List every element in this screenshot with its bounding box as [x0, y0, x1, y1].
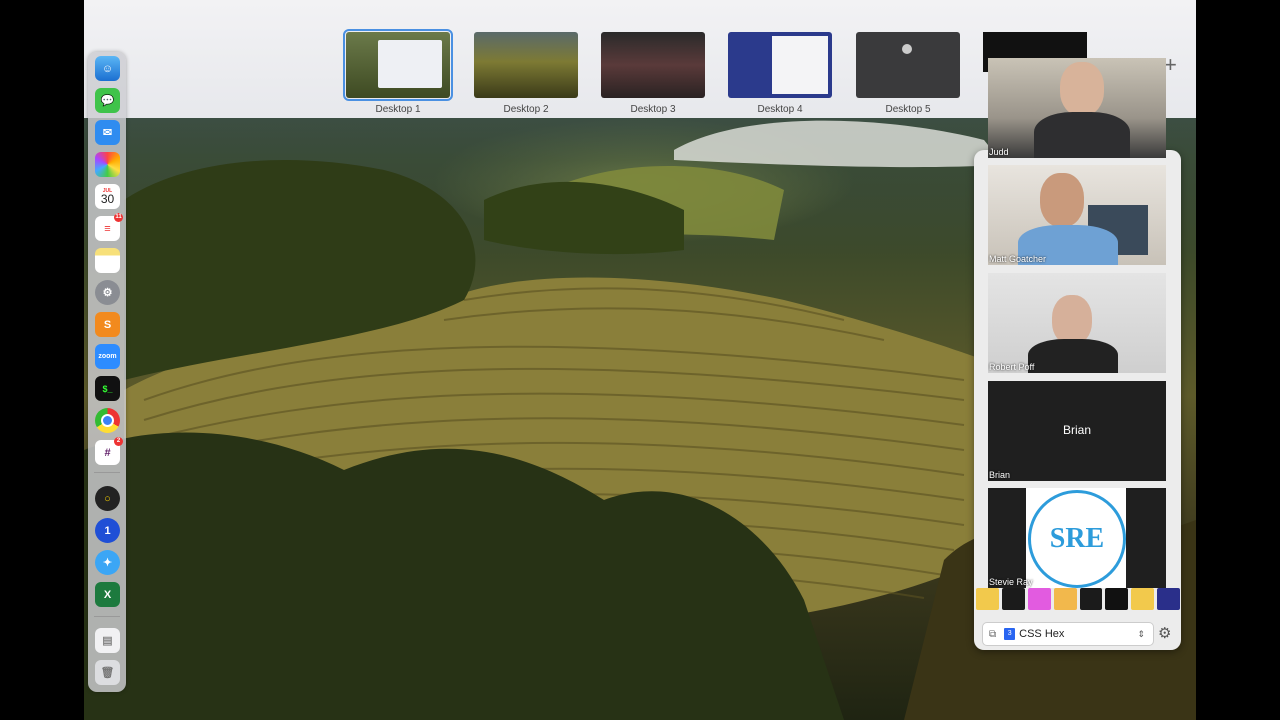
- copy-icon[interactable]: ⧉: [989, 629, 996, 640]
- zoom-icon[interactable]: zoom: [95, 344, 120, 369]
- space-thumbnail[interactable]: [856, 32, 960, 98]
- sublime-text-icon[interactable]: S: [95, 312, 120, 337]
- participant-name: Matt Goatcher: [989, 254, 1047, 264]
- system-settings-icon[interactable]: ⚙: [95, 280, 120, 305]
- slack-badge: 2: [114, 437, 123, 446]
- color-swatch[interactable]: [976, 588, 999, 610]
- color-swatch[interactable]: [1027, 588, 1051, 610]
- gear-icon[interactable]: ⚙: [1158, 624, 1171, 642]
- participant-name: Brian: [989, 470, 1011, 480]
- participant-tile[interactable]: Matt Goatcher: [988, 165, 1166, 265]
- slack-icon[interactable]: # 2: [95, 437, 123, 465]
- messages-icon[interactable]: 💬: [95, 88, 120, 113]
- space-label: Desktop 2: [503, 104, 549, 115]
- space-thumbnail[interactable]: [474, 32, 578, 98]
- color-swatch[interactable]: [1131, 588, 1155, 610]
- color-swatch[interactable]: [1001, 588, 1025, 610]
- participant-tile[interactable]: Robert Poff: [988, 273, 1166, 373]
- dock-separator: [94, 616, 120, 617]
- space-label: Desktop 5: [885, 104, 931, 115]
- participant-name: Judd: [989, 147, 1009, 157]
- space-desktop-3[interactable]: Desktop 3: [601, 32, 705, 115]
- color-swatch[interactable]: [1079, 588, 1103, 610]
- css-icon: 3: [1004, 628, 1016, 640]
- participant-name: Robert Poff: [989, 362, 1035, 372]
- color-swatch[interactable]: [1053, 588, 1077, 610]
- space-desktop-1[interactable]: Desktop 1: [343, 29, 453, 115]
- calendar-icon[interactable]: JUL 30: [95, 184, 120, 209]
- sre-logo: SRE: [1028, 490, 1126, 588]
- zoom-label: zoom: [98, 353, 117, 360]
- photos-icon[interactable]: [95, 152, 120, 177]
- space-thumbnail[interactable]: [728, 32, 832, 98]
- chevron-updown-icon: ⇕: [1137, 628, 1145, 639]
- color-swatch-row: [976, 588, 1180, 610]
- excel-icon[interactable]: X: [95, 582, 120, 607]
- calendar-day: 30: [100, 192, 115, 206]
- reminders-icon[interactable]: ≡ 11: [95, 213, 123, 241]
- chrome-icon[interactable]: [95, 408, 120, 433]
- color-format-select[interactable]: ⧉ 3 CSS Hex ⇕: [982, 622, 1154, 646]
- dock-separator: [94, 472, 120, 473]
- participant-tile[interactable]: Judd: [988, 58, 1166, 158]
- finder-icon[interactable]: ☺: [95, 56, 120, 81]
- space-desktop-5[interactable]: Desktop 5: [856, 32, 960, 115]
- color-swatch[interactable]: [1157, 588, 1180, 610]
- space-label: Desktop 3: [630, 104, 676, 115]
- space-desktop-4[interactable]: Desktop 4: [728, 32, 832, 115]
- space-desktop-2[interactable]: Desktop 2: [474, 32, 578, 115]
- documents-folder-icon[interactable]: ▤: [95, 628, 120, 653]
- mail-icon[interactable]: ✉: [95, 120, 120, 145]
- space-thumbnail[interactable]: [343, 29, 453, 101]
- participant-name: Stevie Ray: [989, 577, 1033, 587]
- dock: ☺ 💬 ✉ JUL 30 ≡ 11 ⚙ S zoom $_ # 2 ○ 1 ✦ …: [88, 52, 126, 692]
- 1password-icon[interactable]: 1: [95, 518, 120, 543]
- space-label: Desktop 4: [757, 104, 803, 115]
- reminders-badge: 11: [114, 213, 123, 222]
- notes-icon[interactable]: [95, 248, 120, 273]
- camo-icon[interactable]: ○: [95, 486, 120, 511]
- trash-icon[interactable]: 🗑: [95, 660, 120, 685]
- space-label: Desktop 1: [375, 104, 421, 115]
- participant-center-name: Brian: [1062, 423, 1091, 437]
- terminal-icon[interactable]: $_: [95, 376, 120, 401]
- color-swatch[interactable]: [1105, 588, 1129, 610]
- space-thumbnail[interactable]: [601, 32, 705, 98]
- color-format-label: CSS Hex: [1019, 628, 1065, 640]
- participant-tile[interactable]: Brian Brian: [988, 381, 1166, 481]
- safari-icon[interactable]: ✦: [95, 550, 120, 575]
- participant-tile[interactable]: SRE Stevie Ray: [988, 488, 1166, 588]
